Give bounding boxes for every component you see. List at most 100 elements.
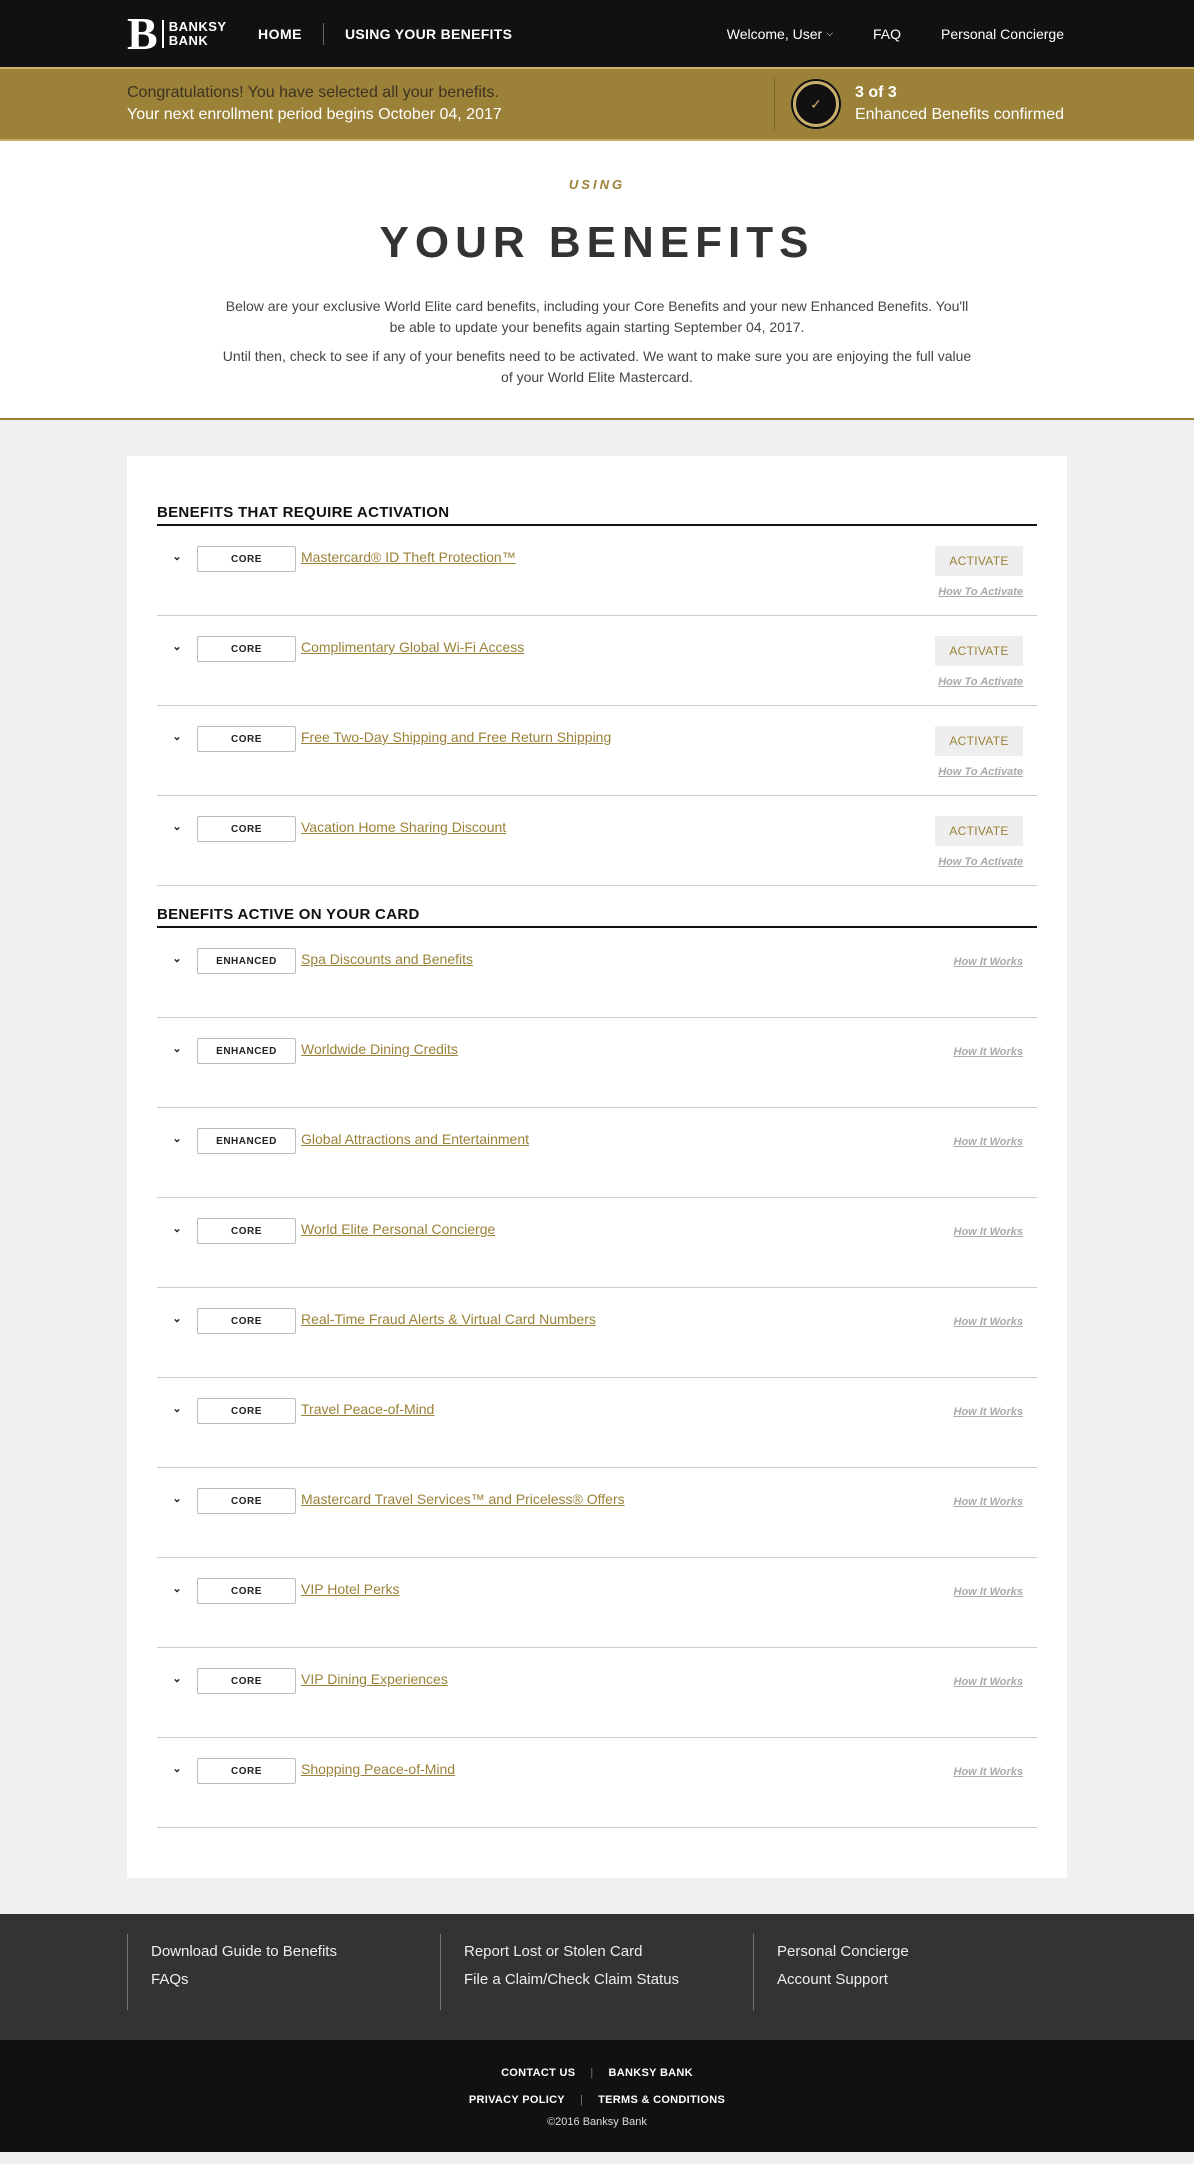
account-support-link[interactable]: Account Support — [777, 1966, 1066, 1994]
footer-row-2: PRIVACY POLICY | TERMS & CONDITIONS — [0, 2087, 1194, 2114]
benefit-actions: How It Works — [954, 1488, 1037, 1508]
hero: USING YOUR BENEFITS Below are your exclu… — [0, 141, 1194, 420]
logo-mark: B — [127, 7, 158, 59]
logo-line1: BANKSY — [168, 18, 227, 34]
footer-divider: | — [579, 2094, 584, 2106]
how-to-activate-link[interactable]: How To Activate — [938, 676, 1023, 688]
benefit-actions: How It Works — [954, 1308, 1037, 1328]
benefit-link[interactable]: Global Attractions and Entertainment — [301, 1128, 529, 1147]
how-it-works-link[interactable]: How It Works — [954, 1398, 1023, 1418]
benefit-tag: ENHANCED — [197, 1128, 296, 1154]
footer-col-2: Report Lost or Stolen Card File a Claim/… — [440, 1934, 753, 2010]
activate-button[interactable]: ACTIVATE — [935, 816, 1023, 846]
download-guide-link[interactable]: Download Guide to Benefits — [151, 1938, 440, 1966]
benefit-link[interactable]: Shopping Peace-of-Mind — [301, 1758, 455, 1777]
benefit-row: ⌄ CORE Shopping Peace-of-Mind How It Works — [157, 1738, 1037, 1828]
chevron-down-icon[interactable]: ⌄ — [157, 816, 197, 833]
benefits-count-value: 3 of 3 — [854, 84, 897, 101]
footer-row-1: CONTACT US | BANKSY BANK — [0, 2060, 1194, 2087]
active-section-title: BENEFITS ACTIVE ON YOUR CARD — [157, 906, 1037, 928]
file-claim-link[interactable]: File a Claim/Check Claim Status — [464, 1966, 753, 1994]
benefit-link[interactable]: VIP Dining Experiences — [301, 1668, 448, 1687]
page-title: YOUR BENEFITS — [379, 218, 815, 267]
benefit-link[interactable]: Travel Peace-of-Mind — [301, 1398, 434, 1417]
welcome-user-menu[interactable]: Welcome, User ⌵ — [727, 26, 833, 42]
how-to-activate-link[interactable]: How To Activate — [938, 586, 1023, 598]
benefit-link[interactable]: Real-Time Fraud Alerts & Virtual Card Nu… — [301, 1308, 596, 1327]
chevron-down-icon[interactable]: ⌄ — [157, 948, 197, 965]
benefit-link[interactable]: Free Two-Day Shipping and Free Return Sh… — [301, 726, 611, 745]
hero-eyebrow: USING — [568, 177, 626, 192]
chevron-down-icon[interactable]: ⌄ — [157, 1308, 197, 1325]
benefit-link[interactable]: World Elite Personal Concierge — [301, 1218, 495, 1237]
privacy-policy-link[interactable]: PRIVACY POLICY — [469, 2087, 565, 2114]
benefit-link[interactable]: Mastercard® ID Theft Protection™ — [301, 546, 516, 565]
benefit-link[interactable]: VIP Hotel Perks — [301, 1578, 400, 1597]
chevron-down-icon[interactable]: ⌄ — [157, 546, 197, 563]
banksy-bank-logo[interactable]: B BANKSY BANK — [127, 7, 226, 59]
benefit-tag: CORE — [197, 1308, 296, 1334]
benefit-link[interactable]: Mastercard Travel Services™ and Priceles… — [301, 1488, 625, 1507]
benefit-tag: CORE — [197, 816, 296, 842]
chevron-down-icon[interactable]: ⌄ — [157, 1578, 197, 1595]
contact-us-link[interactable]: CONTACT US — [501, 2060, 575, 2087]
activate-button[interactable]: ACTIVATE — [935, 546, 1023, 576]
benefit-link[interactable]: Complimentary Global Wi-Fi Access — [301, 636, 524, 655]
copyright: ©2016 Banksy Bank — [547, 2116, 647, 2128]
how-it-works-link[interactable]: How It Works — [954, 1758, 1023, 1778]
benefit-tag: CORE — [197, 1218, 296, 1244]
terms-link[interactable]: TERMS & CONDITIONS — [598, 2087, 725, 2114]
faqs-link[interactable]: FAQs — [151, 1966, 440, 1994]
how-it-works-link[interactable]: How It Works — [954, 948, 1023, 968]
chevron-down-icon[interactable]: ⌄ — [157, 1128, 197, 1145]
hero-intro: Below are your exclusive World Elite car… — [225, 298, 969, 335]
nav-using-benefits-link[interactable]: USING YOUR BENEFITS — [345, 26, 512, 42]
how-it-works-link[interactable]: How It Works — [954, 1218, 1023, 1238]
benefit-row: ⌄ ENHANCED Worldwide Dining Credits How It … — [157, 1018, 1037, 1108]
banner-line1: Congratulations! You have selected all y… — [127, 84, 499, 101]
report-lost-card-link[interactable]: Report Lost or Stolen Card — [464, 1938, 753, 1966]
how-it-works-link[interactable]: How It Works — [954, 1128, 1023, 1148]
activate-button[interactable]: ACTIVATE — [935, 636, 1023, 666]
benefit-actions: How It Works — [954, 1758, 1037, 1778]
nav-faq-link[interactable]: FAQ — [873, 26, 901, 42]
benefit-row: ⌄ ENHANCED Spa Discounts and Benefits How I… — [157, 928, 1037, 1018]
how-it-works-link[interactable]: How It Works — [954, 1308, 1023, 1328]
how-to-activate-link[interactable]: How To Activate — [938, 766, 1023, 778]
activation-actions: ACTIVATE How To Activate — [935, 546, 1037, 598]
activation-actions: ACTIVATE How To Activate — [935, 636, 1037, 688]
footer-concierge-link[interactable]: Personal Concierge — [777, 1938, 1066, 1966]
footer-links: Download Guide to Benefits FAQs Report L… — [0, 1914, 1194, 2040]
benefit-actions: How It Works — [954, 1038, 1037, 1058]
active-benefits-list: ⌄ ENHANCED Spa Discounts and Benefits How I… — [157, 928, 1037, 1828]
benefit-link[interactable]: Vacation Home Sharing Discount — [301, 816, 506, 835]
chevron-down-icon[interactable]: ⌄ — [157, 1668, 197, 1685]
nav-home-link[interactable]: HOME — [258, 26, 302, 42]
how-it-works-link[interactable]: How It Works — [954, 1578, 1023, 1598]
chevron-down-icon[interactable]: ⌄ — [157, 1398, 197, 1415]
how-it-works-link[interactable]: How It Works — [954, 1488, 1023, 1508]
benefit-link[interactable]: Worldwide Dining Credits — [301, 1038, 458, 1057]
benefit-row: ⌄ CORE Travel Peace-of-Mind How It Works — [157, 1378, 1037, 1468]
chevron-down-icon[interactable]: ⌄ — [157, 1758, 197, 1775]
chevron-down-icon[interactable]: ⌄ — [157, 726, 197, 743]
chevron-down-icon[interactable]: ⌄ — [157, 636, 197, 653]
nav-divider — [323, 22, 324, 45]
footer-col-1: Download Guide to Benefits FAQs — [127, 1934, 440, 2010]
benefit-link[interactable]: Spa Discounts and Benefits — [301, 948, 473, 967]
footer-col-3: Personal Concierge Account Support — [753, 1934, 1066, 2010]
banksy-bank-link[interactable]: BANKSY BANK — [609, 2060, 693, 2087]
banner-message: Congratulations! You have selected all y… — [127, 82, 774, 126]
chevron-down-icon[interactable]: ⌄ — [157, 1488, 197, 1505]
nav-concierge-link[interactable]: Personal Concierge — [941, 26, 1064, 42]
benefit-row: ⌄ CORE Vacation Home Sharing Discount ACTIV… — [157, 796, 1037, 886]
how-it-works-link[interactable]: How It Works — [954, 1668, 1023, 1688]
benefit-tag: ENHANCED — [197, 1038, 296, 1064]
benefit-row: ⌄ CORE Mastercard Travel Services™ and Pri… — [157, 1468, 1037, 1558]
chevron-down-icon[interactable]: ⌄ — [157, 1038, 197, 1055]
chevron-down-icon[interactable]: ⌄ — [157, 1218, 197, 1235]
activate-button[interactable]: ACTIVATE — [935, 726, 1023, 756]
how-to-activate-link[interactable]: How To Activate — [938, 856, 1023, 868]
how-it-works-link[interactable]: How It Works — [954, 1038, 1023, 1058]
benefit-tag: CORE — [197, 636, 296, 662]
